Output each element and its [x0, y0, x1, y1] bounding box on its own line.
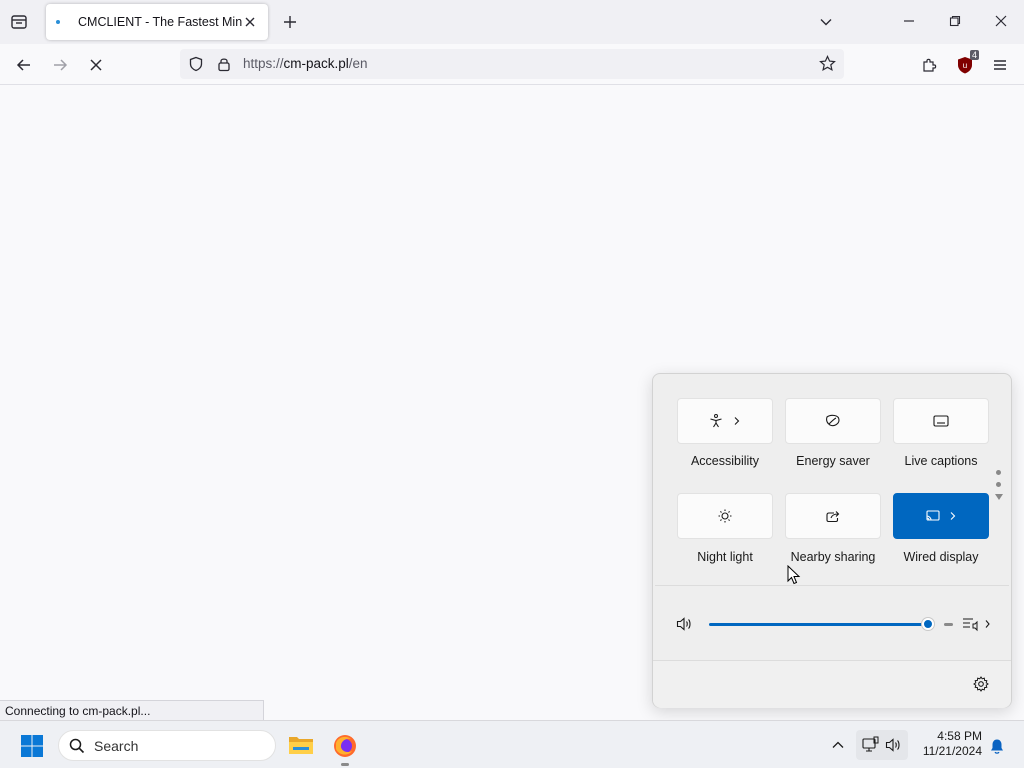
energy-saver-icon: [826, 414, 840, 427]
close-icon: [245, 17, 255, 27]
back-button[interactable]: [12, 53, 36, 77]
star-icon: [819, 55, 836, 71]
minimize-icon: [904, 20, 914, 22]
bell-icon: [991, 739, 1003, 754]
notifications-button[interactable]: [987, 736, 1007, 756]
tile-nearby-sharing[interactable]: [785, 493, 881, 539]
chevron-up-icon: [832, 741, 844, 748]
audio-output-button[interactable]: [961, 615, 991, 636]
tile-energy-saver[interactable]: [785, 398, 881, 444]
list-all-tabs-button[interactable]: [815, 11, 837, 33]
ublock-extension-button[interactable]: u 4: [953, 50, 979, 78]
gear-icon: [973, 676, 989, 692]
divider: [655, 585, 1009, 586]
url-scheme: https://: [243, 56, 284, 71]
show-hidden-icons-button[interactable]: [828, 735, 848, 755]
system-tray-status-button[interactable]: [856, 730, 908, 760]
audio-output-icon: [963, 618, 990, 632]
tile-label: Live captions: [904, 454, 978, 468]
page-dot: [996, 470, 1001, 475]
search-label: Search: [94, 738, 139, 754]
network-wired-icon: [862, 736, 879, 752]
tab-active[interactable]: CMCLIENT - The Fastest Minecraft Client: [46, 4, 268, 40]
stop-button[interactable]: [84, 53, 108, 77]
hamburger-menu-icon: [994, 60, 1006, 70]
tab-strip: CMCLIENT - The Fastest Minecraft Client: [0, 0, 1024, 44]
quick-settings-panel: Accessibility Energy saver Live captions…: [652, 373, 1012, 708]
volume-icon: [885, 738, 900, 752]
tile-accessibility[interactable]: [677, 398, 773, 444]
status-panel: Connecting to cm-pack.pl...: [0, 700, 264, 721]
arrow-right-icon: [54, 59, 68, 71]
extension-badge: 4: [969, 50, 979, 60]
plus-icon: [284, 16, 296, 28]
tracking-protection-shield-icon[interactable]: [188, 56, 204, 75]
lock-icon[interactable]: [217, 56, 231, 75]
settings-button[interactable]: [973, 676, 989, 695]
quick-settings-footer: [653, 660, 1011, 708]
minimize-button[interactable]: [896, 8, 922, 34]
speaker-icon: [676, 617, 691, 631]
tile-night-light[interactable]: [677, 493, 773, 539]
url-text[interactable]: https://cm-pack.pl/en: [243, 56, 368, 71]
loading-dot-icon: [56, 20, 60, 24]
close-icon: [995, 15, 1007, 27]
navigation-toolbar: https://cm-pack.pl/en u 4: [0, 44, 1024, 85]
tile-label: Accessibility: [690, 454, 760, 468]
restore-icon: [949, 15, 961, 27]
night-light-icon: [718, 509, 732, 523]
clock-time: 4:58 PM: [937, 729, 982, 743]
stop-icon: [90, 59, 102, 71]
taskbar: Search 4:58 PM 11/21/2024: [0, 720, 1024, 768]
tile-label: Night light: [697, 550, 753, 564]
restore-button[interactable]: [942, 8, 968, 34]
taskbar-search-box[interactable]: Search: [58, 730, 276, 761]
bookmark-star-button[interactable]: [819, 55, 836, 75]
live-captions-icon: [933, 415, 949, 427]
close-window-button[interactable]: [988, 8, 1014, 34]
tab-close-button[interactable]: [242, 14, 258, 30]
start-button[interactable]: [18, 732, 46, 760]
caret-down-icon: [995, 494, 1003, 500]
page-dot: [996, 482, 1001, 487]
search-icon: [69, 738, 85, 754]
arrow-left-icon: [16, 59, 30, 71]
tile-label: Nearby sharing: [790, 550, 876, 564]
windows-logo-icon: [21, 735, 43, 757]
page-indicator[interactable]: [995, 470, 1003, 508]
forward-button[interactable]: [48, 53, 72, 77]
url-bar[interactable]: https://cm-pack.pl/en: [180, 49, 844, 79]
clock-date: 11/21/2024: [922, 744, 982, 758]
tile-live-captions[interactable]: [893, 398, 989, 444]
firefox-icon: [334, 735, 356, 757]
chevron-down-icon: [820, 19, 832, 26]
new-tab-button[interactable]: [279, 11, 301, 33]
running-indicator: [341, 763, 349, 766]
accessibility-icon: [710, 414, 740, 428]
folder-icon: [289, 737, 313, 754]
cast-icon: [926, 510, 956, 521]
firefox-taskbar-button[interactable]: [330, 731, 360, 766]
volume-mute-button[interactable]: [676, 617, 694, 634]
puzzle-icon: [923, 58, 937, 72]
volume-slider-rest: [944, 623, 953, 626]
url-host: cm-pack.pl: [283, 56, 349, 71]
mouse-pointer-icon: [787, 565, 801, 585]
svg-text:u: u: [963, 61, 967, 70]
tile-label: Wired display: [903, 550, 979, 564]
tile-wired-display[interactable]: [893, 493, 989, 539]
clock[interactable]: 4:58 PM 11/21/2024: [912, 729, 982, 759]
url-path: /en: [348, 56, 368, 71]
volume-slider-fill: [709, 623, 928, 626]
firefox-view-button[interactable]: [8, 11, 30, 33]
firefox-view-icon: [11, 15, 27, 29]
tab-title: CMCLIENT - The Fastest Minecraft Client: [78, 15, 242, 29]
extensions-button[interactable]: [917, 53, 941, 77]
menu-button[interactable]: [988, 53, 1012, 77]
file-explorer-button[interactable]: [286, 731, 316, 759]
tile-label: Energy saver: [796, 454, 870, 468]
nearby-sharing-icon: [826, 511, 840, 523]
volume-slider-thumb[interactable]: [922, 618, 934, 630]
